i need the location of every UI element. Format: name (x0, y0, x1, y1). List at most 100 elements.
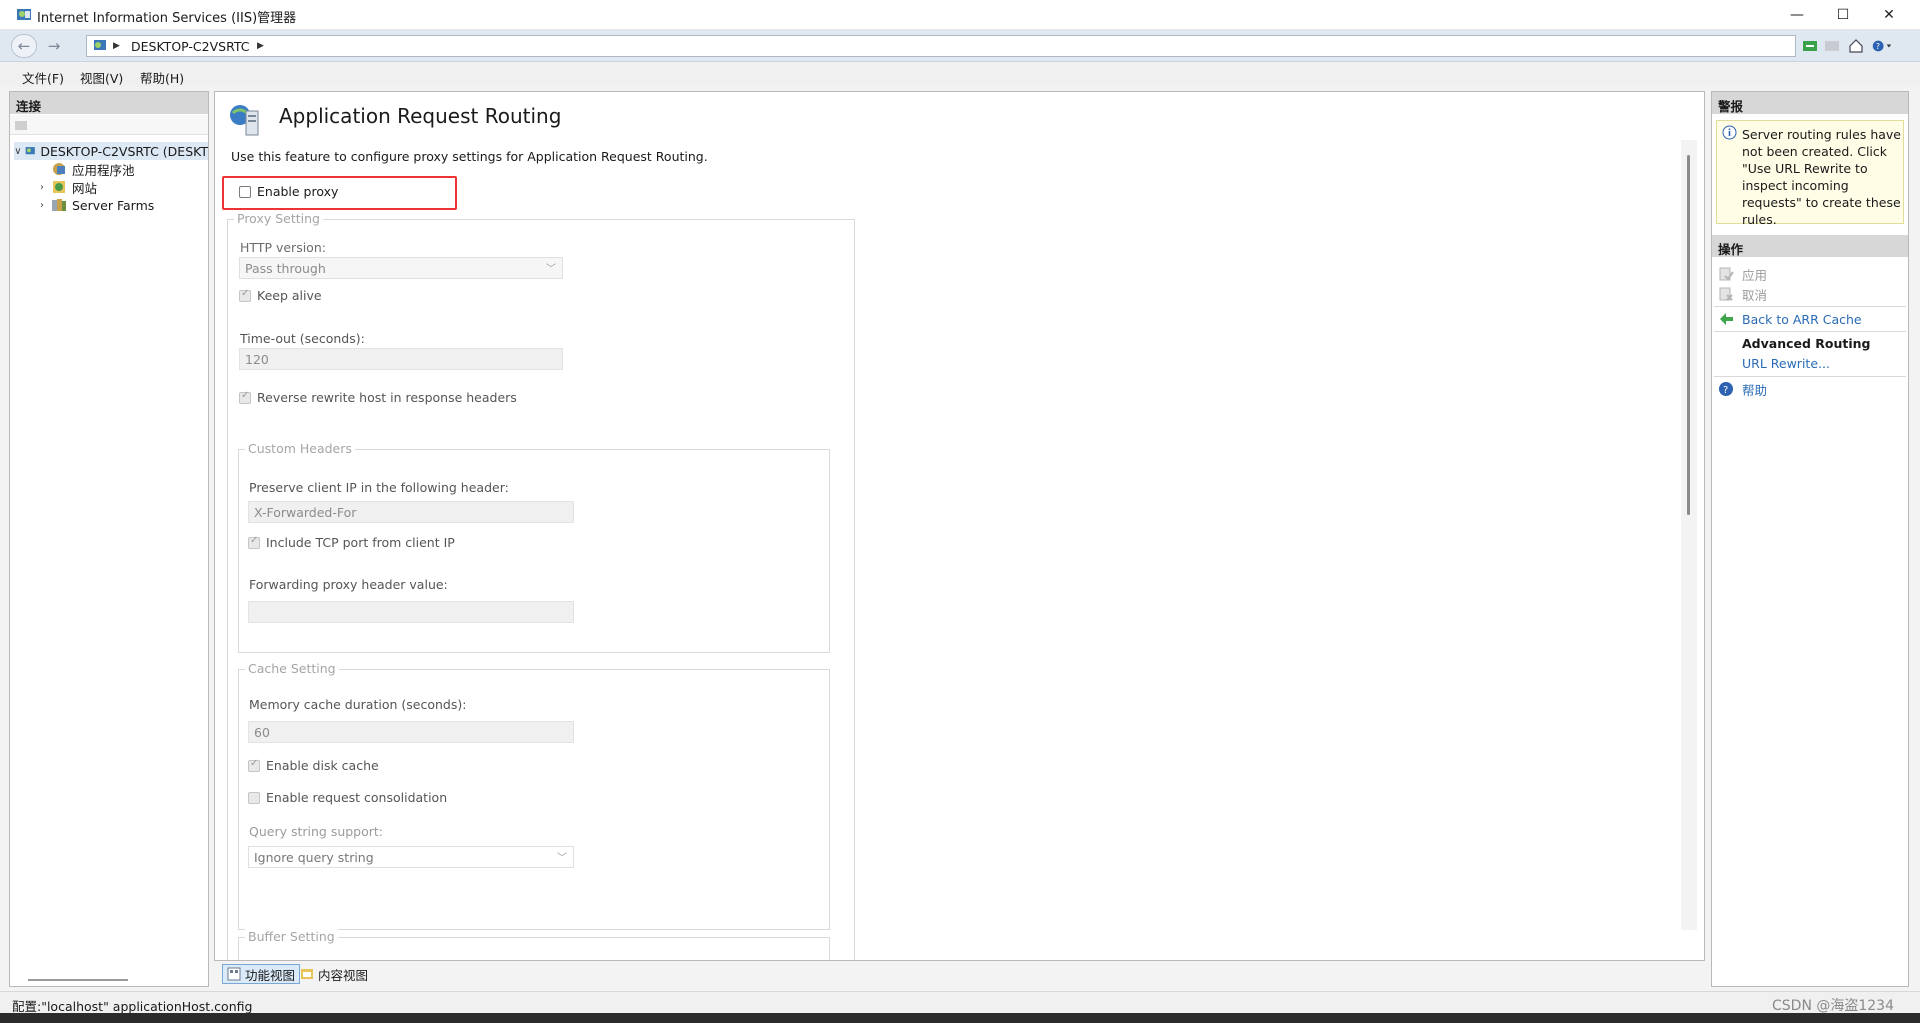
menu-view[interactable]: 视图(V) (80, 68, 123, 87)
select-value: Pass through (245, 261, 326, 276)
connections-tree: ∨ DESKTOP-C2VSRTC (DESKT 应用程序池 › 网站 › Se… (14, 142, 208, 214)
tab-features-view[interactable]: 功能视图 (222, 964, 301, 984)
advanced-routing-heading: Advanced Routing (1742, 336, 1871, 351)
content-view-icon (301, 969, 313, 979)
address-bar: ← → ▶ DESKTOP-C2VSRTC ▶ ? (0, 30, 1920, 62)
keep-alive-checkbox[interactable]: Keep alive (239, 288, 322, 303)
vertical-scrollbar[interactable] (1681, 140, 1697, 930)
forwarding-header-input[interactable] (248, 601, 574, 623)
view-tabs: 功能视图 内容视图 (214, 962, 1705, 988)
checkbox-checked-disabled[interactable] (248, 535, 260, 549)
server-icon (25, 147, 35, 155)
taskbar-strip (0, 1013, 1920, 1023)
alert-box: Server routing rules have not been creat… (1716, 120, 1904, 227)
url-rewrite-link[interactable]: URL Rewrite... (1742, 356, 1830, 371)
close-button[interactable]: ✕ (1866, 0, 1912, 30)
checkbox-checked-disabled[interactable] (239, 288, 251, 302)
request-consolidation-label: Enable request consolidation (266, 790, 448, 805)
tab-label: 功能视图 (245, 967, 296, 983)
include-tcp-port-checkbox[interactable]: Include TCP port from client IP (248, 535, 455, 550)
collapse-icon[interactable]: ∨ (14, 146, 22, 157)
preserve-ip-label: Preserve client IP in the following head… (249, 480, 509, 495)
custom-headers-group: Custom Headers Preserve client IP in the… (238, 441, 830, 653)
chevron-down-icon: ﹀ (557, 853, 567, 864)
home-icon[interactable] (1846, 36, 1866, 56)
cancel-action[interactable]: 取消 (1712, 285, 1908, 303)
enable-proxy-label: Enable proxy (257, 184, 339, 199)
disk-cache-label: Enable disk cache (266, 758, 379, 773)
features-view-icon (227, 967, 241, 981)
info-icon (1722, 125, 1737, 140)
stop-icon[interactable] (1822, 36, 1842, 56)
http-version-label: HTTP version: (240, 240, 326, 255)
query-string-select[interactable]: Ignore query string ﹀ (248, 846, 574, 868)
operations-header: 操作 (1712, 235, 1908, 257)
checkbox-checked-disabled[interactable] (248, 758, 260, 772)
expand-icon[interactable]: › (36, 200, 48, 211)
help-dropdown-icon[interactable]: ? (1872, 36, 1892, 56)
help-link[interactable]: ? 帮助 (1712, 380, 1908, 398)
watermark: CSDN @海盗1234 (1772, 998, 1894, 1014)
forward-arrow-icon[interactable]: → (41, 34, 67, 58)
back-arrow-icon[interactable]: ← (11, 34, 37, 58)
tree-item-label: 应用程序池 (72, 162, 135, 178)
address-field[interactable]: ▶ DESKTOP-C2VSRTC ▶ (86, 35, 1796, 57)
group-title: Proxy Setting (234, 211, 323, 226)
enable-proxy-checkbox[interactable]: Enable proxy (239, 184, 338, 199)
checkbox-unchecked-disabled[interactable] (248, 791, 260, 804)
action-label: 应用 (1742, 267, 1768, 283)
action-label: 帮助 (1742, 382, 1768, 398)
tree-item-server[interactable]: ∨ DESKTOP-C2VSRTC (DESKT (14, 142, 208, 160)
apply-action[interactable]: 应用 (1712, 265, 1908, 283)
arr-feature-icon (230, 105, 259, 136)
reverse-rewrite-label: Reverse rewrite host in response headers (257, 390, 517, 405)
scrollbar-thumb[interactable] (1687, 155, 1690, 515)
maximize-button[interactable]: ☐ (1820, 0, 1866, 30)
connections-toolbar (10, 115, 208, 135)
checkbox-checked-disabled[interactable] (239, 390, 251, 404)
reverse-rewrite-checkbox[interactable]: Reverse rewrite host in response headers (239, 390, 517, 405)
horizontal-scrollbar[interactable] (28, 979, 128, 981)
expand-icon[interactable]: › (36, 182, 48, 193)
apply-icon (1719, 267, 1734, 281)
tab-label: 内容视图 (318, 967, 369, 983)
divider (1714, 376, 1906, 377)
disk-cache-checkbox[interactable]: Enable disk cache (248, 758, 379, 773)
select-value: Ignore query string (254, 850, 374, 865)
breadcrumb-path[interactable]: DESKTOP-C2VSRTC (131, 39, 250, 54)
forwarding-header-label: Forwarding proxy header value: (249, 577, 448, 592)
svg-text:?: ? (1723, 385, 1728, 396)
http-version-select[interactable]: Pass through ﹀ (239, 257, 563, 279)
actions-panel: 警报 Server routing rules have not been cr… (1711, 91, 1909, 987)
feature-panel: Application Request Routing Use this fea… (214, 91, 1705, 961)
app-pool-icon (53, 163, 65, 175)
action-label: 取消 (1742, 287, 1768, 303)
menu-file[interactable]: 文件(F) (22, 68, 64, 87)
request-consolidation-checkbox[interactable]: Enable request consolidation (248, 790, 447, 805)
memory-cache-input[interactable]: 60 (248, 721, 574, 743)
window-title: Internet Information Services (IIS)管理器 (37, 11, 297, 26)
tab-content-view[interactable]: 内容视图 (296, 964, 372, 984)
tree-item-app-pools[interactable]: 应用程序池 (36, 160, 208, 178)
svg-text:?: ? (1876, 42, 1880, 51)
timeout-input[interactable]: 120 (239, 348, 563, 370)
back-arrow-icon (1720, 313, 1733, 325)
breadcrumb-chevron-icon[interactable]: ▶ (257, 41, 264, 51)
checkbox-unchecked[interactable] (239, 185, 251, 198)
preserve-ip-input[interactable]: X-Forwarded-For (248, 501, 574, 523)
action-label: Back to ARR Cache (1742, 311, 1862, 327)
proxy-setting-group: Proxy Setting HTTP version: Pass through… (227, 211, 855, 960)
sites-icon (53, 181, 65, 193)
refresh-icon[interactable] (1800, 36, 1820, 56)
menu-bar: 文件(F) 视图(V) 帮助(H) (0, 63, 1920, 87)
minimize-button[interactable]: — (1774, 0, 1820, 30)
server-icon (94, 40, 106, 50)
buffer-setting-group: Buffer Setting (238, 929, 830, 960)
tree-item-label: 网站 (72, 180, 98, 196)
connect-icon[interactable] (14, 118, 28, 132)
tree-item-sites[interactable]: › 网站 (36, 178, 208, 196)
back-to-arr-cache-link[interactable]: Back to ARR Cache (1712, 310, 1908, 328)
menu-help[interactable]: 帮助(H) (140, 68, 184, 87)
tree-item-server-farms[interactable]: › Server Farms (36, 196, 208, 214)
group-title: Custom Headers (245, 441, 355, 456)
